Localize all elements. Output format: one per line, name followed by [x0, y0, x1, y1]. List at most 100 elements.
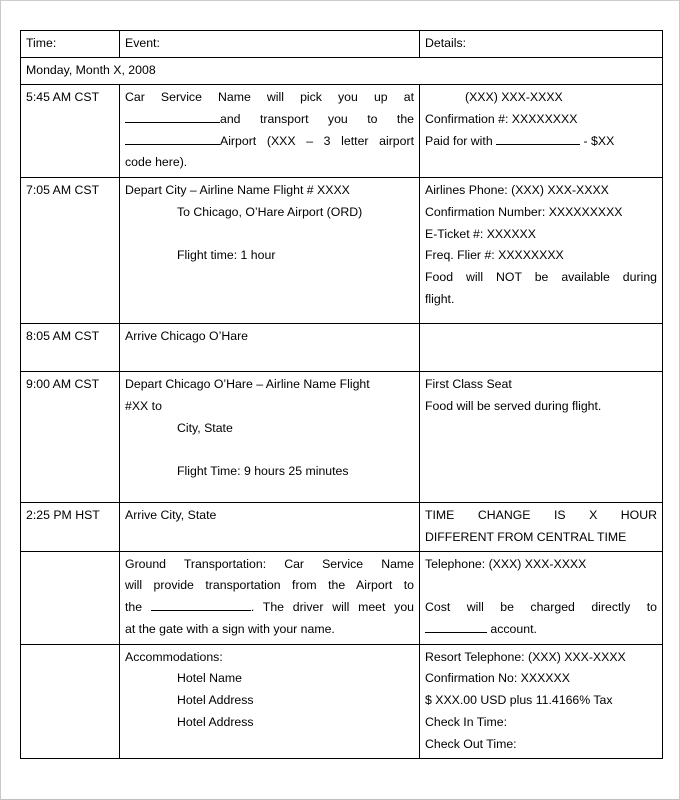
table-row: 2:25 PM HST Arrive City, State TIME CHAN…	[20, 501, 663, 552]
details-line: First Class Seat	[425, 376, 512, 391]
details-line: TIME CHANGE IS X HOUR	[425, 507, 657, 522]
details-line: (XXX) XXX-XXXX	[465, 89, 563, 104]
event-line-with-blank: Airport (XXX – 3 letter airport	[125, 131, 414, 153]
event-line: City, State	[177, 420, 233, 435]
event-line-with-blank: and transport you to the	[125, 109, 414, 131]
details-line: Confirmation No: XXXXXX	[425, 671, 570, 686]
cell-event: Car Service Name will pick you up at and…	[119, 83, 420, 178]
event-line: Depart City – Airline Name Flight # XXXX	[125, 182, 350, 197]
details-text-post: - $XX	[580, 133, 615, 148]
details-line: Freq. Flier #: XXXXXXXX	[425, 248, 564, 263]
table-date-row: Monday, Month X, 2008	[20, 56, 663, 85]
cell-event: Accommodations: Hotel Name Hotel Address…	[119, 643, 420, 759]
event-line: Depart Chicago O’Hare – Airline Name Fli…	[125, 376, 370, 391]
table-header-row: Time: Event: Details:	[20, 30, 663, 58]
cell-event: Depart City – Airline Name Flight # XXXX…	[119, 176, 420, 324]
details-spacer	[425, 575, 657, 597]
time-text: 2:25 PM HST	[26, 507, 100, 522]
details-line: $ XXX.00 USD plus 11.4166% Tax	[425, 693, 613, 708]
details-line: Resort Telephone: (XXX) XXX-XXXX	[425, 649, 626, 664]
cell-time: 9:00 AM CST	[20, 370, 120, 503]
event-line: Hotel Address	[177, 693, 254, 708]
event-line: will provide transportation from the Air…	[125, 578, 414, 593]
header-label-time: Time:	[26, 36, 57, 50]
details-line: Confirmation #: XXXXXXXX	[425, 111, 578, 126]
cell-details: Airlines Phone: (XXX) XXX-XXXX Confirmat…	[419, 176, 663, 324]
fill-blank[interactable]	[125, 132, 220, 145]
cell-event: Ground Transportation: Car Service Name …	[119, 550, 420, 645]
fill-blank[interactable]	[425, 620, 487, 633]
event-line: Flight Time: 9 hours 25 minutes	[177, 463, 349, 478]
date-cell: Monday, Month X, 2008	[20, 56, 663, 85]
event-spacer	[125, 224, 414, 246]
document-page: Time: Event: Details: Monday, Month X, 2…	[0, 0, 680, 800]
table-row: Accommodations: Hotel Name Hotel Address…	[20, 643, 663, 759]
event-line: at the gate with a sign with your name.	[125, 622, 335, 637]
cell-details: (XXX) XXX-XXXX Confirmation #: XXXXXXXX …	[419, 83, 663, 178]
header-label-details: Details:	[425, 36, 467, 50]
event-line-text: and transport you to the	[220, 111, 414, 126]
cell-time: 2:25 PM HST	[20, 501, 120, 552]
details-line: Cost will be charged directly to	[425, 599, 657, 614]
event-line: Accommodations:	[125, 649, 223, 664]
event-spacer	[125, 439, 414, 461]
event-line: To Chicago, O’Hare Airport (ORD)	[177, 204, 363, 219]
details-line: E-Ticket #: XXXXXX	[425, 226, 536, 241]
cell-details: First Class Seat Food will be served dur…	[419, 370, 663, 503]
table-row: 7:05 AM CST Depart City – Airline Name F…	[20, 176, 663, 324]
details-line: Food will NOT be available during	[425, 270, 657, 285]
cell-details: Resort Telephone: (XXX) XXX-XXXX Confirm…	[419, 643, 663, 759]
event-line: Hotel Address	[177, 715, 254, 730]
event-line: Flight time: 1 hour	[177, 248, 276, 262]
event-text-pre: the	[125, 600, 151, 615]
fill-blank[interactable]	[125, 110, 220, 123]
cell-details: Telephone: (XXX) XXX-XXXX Cost will be c…	[419, 550, 663, 645]
date-text: Monday, Month X, 2008	[26, 62, 156, 77]
event-line: #XX to	[125, 398, 162, 413]
table-row: 8:05 AM CST Arrive Chicago O’Hare	[20, 322, 663, 372]
header-cell-details: Details:	[419, 30, 663, 58]
cell-time	[20, 643, 120, 759]
event-line: Hotel Name	[177, 671, 242, 686]
cell-time	[20, 550, 120, 645]
fill-blank[interactable]	[496, 132, 581, 145]
cell-event: Arrive Chicago O’Hare	[119, 322, 420, 372]
cell-details: TIME CHANGE IS X HOUR DIFFERENT FROM CEN…	[419, 501, 663, 552]
header-cell-event: Event:	[119, 30, 420, 58]
details-line: Airlines Phone: (XXX) XXX-XXXX	[425, 182, 609, 197]
details-text-pre: Paid for with	[425, 133, 497, 148]
cell-details	[419, 322, 663, 372]
details-line-with-blank: account.	[425, 619, 657, 641]
event-line-with-blank: the . The driver will meet you	[125, 597, 414, 619]
table-row: Ground Transportation: Car Service Name …	[20, 550, 663, 645]
header-cell-time: Time:	[20, 30, 120, 58]
cell-event: Arrive City, State	[119, 501, 420, 552]
cell-time: 5:45 AM CST	[20, 83, 120, 178]
details-line: Confirmation Number: XXXXXXXXX	[425, 204, 623, 219]
details-line-with-blank: Paid for with - $XX	[425, 131, 657, 153]
cell-event: Depart Chicago O’Hare – Airline Name Fli…	[119, 370, 420, 503]
details-line: flight.	[425, 292, 455, 307]
cell-time: 7:05 AM CST	[20, 176, 120, 324]
details-line: Check In Time:	[425, 715, 508, 730]
event-line: code here).	[125, 155, 188, 170]
cell-time: 8:05 AM CST	[20, 322, 120, 372]
event-text-post: . The driver will meet you	[250, 600, 414, 615]
event-line: Arrive Chicago O’Hare	[125, 328, 249, 343]
time-text: 9:00 AM CST	[26, 376, 100, 391]
time-text: 8:05 AM CST	[26, 328, 100, 343]
event-line-text: Airport (XXX – 3 letter airport	[220, 133, 414, 148]
details-line: DIFFERENT FROM CENTRAL TIME	[425, 529, 627, 544]
table-row: 5:45 AM CST Car Service Name will pick y…	[20, 83, 663, 178]
header-label-event: Event:	[125, 36, 160, 50]
details-line: Food will be served during flight.	[425, 398, 602, 413]
event-line: Ground Transportation: Car Service Name	[125, 556, 414, 571]
details-line: Telephone: (XXX) XXX-XXXX	[425, 556, 587, 571]
fill-blank[interactable]	[150, 599, 251, 612]
itinerary-table: Time: Event: Details: Monday, Month X, 2…	[20, 30, 663, 759]
details-line: Check Out Time:	[425, 737, 517, 751]
time-text: 5:45 AM CST	[26, 89, 100, 104]
time-text: 7:05 AM CST	[26, 182, 100, 197]
event-line: Car Service Name will pick you up at	[125, 89, 414, 104]
table-row: 9:00 AM CST Depart Chicago O’Hare – Airl…	[20, 370, 663, 503]
